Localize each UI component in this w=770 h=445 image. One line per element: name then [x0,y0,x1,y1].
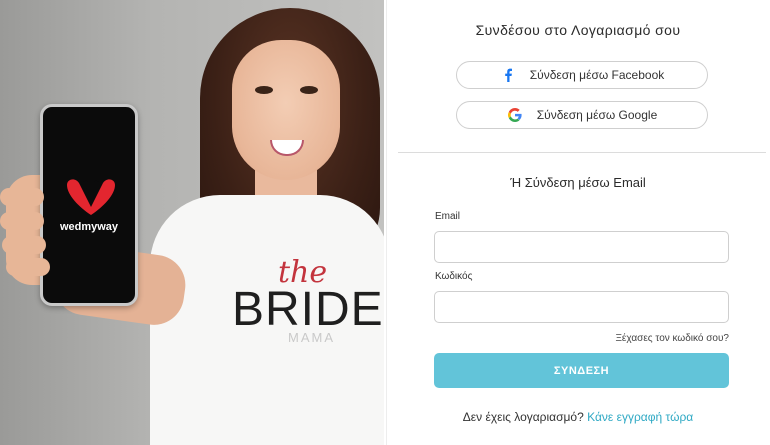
login-panel: Συνδέσου στο Λογαριασμό σου Σύνδεση μέσω… [388,0,770,445]
email-label: Email [435,211,461,222]
signup-row: Δεν έχεις λογαριασμό? Κάνε εγγραφή τώρα [388,410,768,424]
hero-finger [0,188,44,206]
hero-eye-right [300,86,318,94]
facebook-login-label: Σύνδεση μέσω Facebook [529,68,665,82]
login-title: Συνδέσου στο Λογαριασμό σου [475,22,681,38]
hero-eye-left [255,86,273,94]
forgot-password-link[interactable]: Ξέχασες τον κωδικό σου? [615,333,729,344]
google-icon [507,107,523,123]
google-login-button[interactable]: Σύνδεση μέσω Google [456,101,708,129]
panel-divider-vertical [386,0,387,445]
login-submit-button[interactable]: ΣΥΝΔΕΣΗ [434,353,729,388]
signup-link[interactable]: Κάνε εγγραφή τώρα [587,410,693,424]
section-divider [398,152,766,153]
email-section-title: Ή Σύνδεση μέσω Email [510,175,646,190]
shirt-print-mama: MAMA [288,330,335,345]
email-input[interactable] [434,231,729,263]
phone-brand-text: wedmyway [59,221,119,233]
hero-finger [6,258,50,276]
shirt-print-bride: BRIDE [232,283,384,336]
password-label: Κωδικός [435,271,473,282]
password-input[interactable] [434,291,729,323]
facebook-icon [500,67,516,83]
signup-prompt: Δεν έχεις λογαριασμό? [462,410,584,424]
hero-finger [2,236,46,254]
hero-face [232,40,340,180]
hero-phone: wedmyway [40,104,138,306]
facebook-login-button[interactable]: Σύνδεση μέσω Facebook [456,61,708,89]
google-login-label: Σύνδεση μέσω Google [536,108,658,122]
hero-finger [0,212,44,230]
login-page: the BRIDE MAMA wedmyway Συνδέσου στο Λογ… [0,0,770,445]
hero-photo: the BRIDE MAMA wedmyway [0,0,384,445]
wedmyway-heart-logo [67,179,115,215]
